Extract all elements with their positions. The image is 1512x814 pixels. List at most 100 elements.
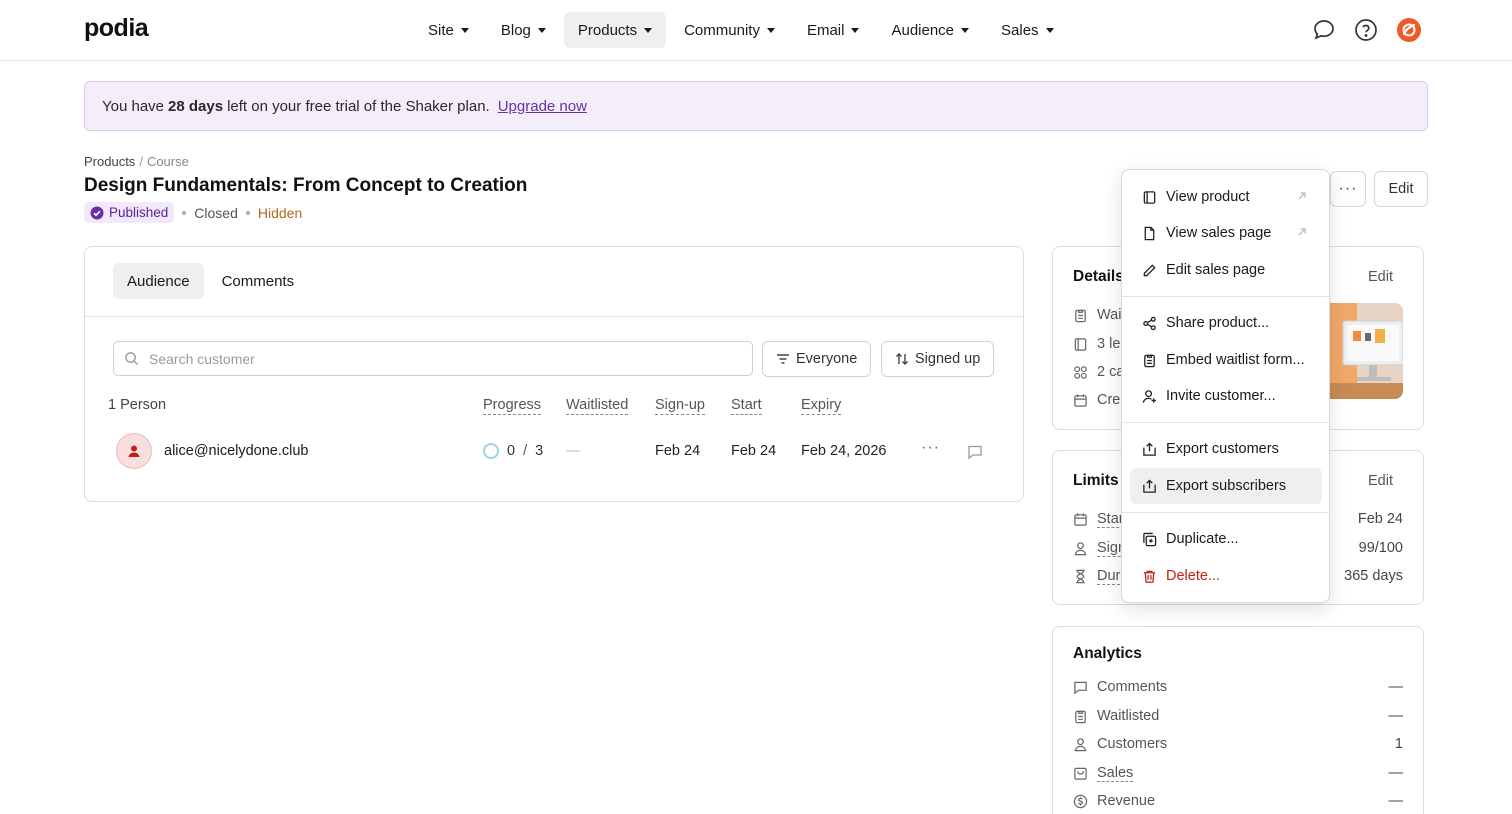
waitlisted-cell: — [566,443,581,459]
hourglass-icon [1076,569,1085,584]
column-progress[interactable]: Progress [483,397,542,415]
help-icon[interactable] [1354,18,1378,42]
details-line-text: Cre [1097,392,1121,408]
analytics-line: Comments [1073,679,1167,695]
status-published: Published [109,205,169,220]
clipboard-icon [1144,354,1155,367]
menu-divider [1122,422,1329,423]
column-waitlisted[interactable]: Waitlisted [566,397,629,415]
nav-icons [1312,17,1422,43]
menu-item-label: Embed waitlist form... [1166,352,1305,368]
column-start[interactable]: Start [731,397,762,415]
column-expiry[interactable]: Expiry [801,397,842,415]
details-line: Wai [1073,307,1121,323]
nav-item-audience[interactable]: Audience [877,12,983,48]
filter-icon [777,354,789,364]
menu-item-view-product[interactable]: View product [1130,179,1322,215]
search-icon [125,352,139,366]
product-thumbnail[interactable] [1329,303,1403,399]
menu-item-embed-waitlist[interactable]: Embed waitlist form... [1130,342,1322,378]
duplicate-icon [1143,532,1157,546]
trial-banner: You have 28 days left on your free trial… [84,81,1428,131]
analytics-line-value: — [1388,708,1404,724]
podia-logo[interactable]: podia [84,14,149,43]
sort-button[interactable]: Signed up [881,341,995,377]
filter-label: Everyone [796,351,858,367]
chat-icon[interactable] [1312,18,1336,42]
menu-item-delete[interactable]: Delete... [1130,558,1322,594]
menu-divider [1122,296,1329,297]
banner-days: 28 days [168,97,224,115]
row-more-button[interactable]: ··· [921,439,940,457]
menu-item-label: Export customers [1166,441,1279,457]
trash-icon [1143,570,1156,583]
audience-filter-button[interactable]: Everyone [762,341,872,377]
more-actions-button[interactable]: ··· [1330,171,1366,207]
search-input[interactable] [149,350,709,367]
analytics-line-label: Customers [1097,736,1168,752]
menu-item-share-product[interactable]: Share product... [1130,305,1322,341]
dollar-icon [1073,794,1088,808]
menu-item-label: View sales page [1166,225,1272,241]
nav-item-products[interactable]: Products [563,12,667,48]
upgrade-link[interactable]: Upgrade now [498,98,587,115]
menu-item-label: Edit sales page [1166,262,1266,278]
menu-item-view-sales-page[interactable]: View sales page [1130,215,1322,251]
caret-down-icon [460,28,469,33]
nav-item-blog[interactable]: Blog [487,12,560,48]
progress-cell: 0 / 3 [483,443,543,459]
details-edit-link[interactable]: Edit [1368,269,1393,285]
breadcrumb-products[interactable]: Products [84,154,135,169]
details-line-text: Wai [1097,307,1122,323]
menu-item-edit-sales-page[interactable]: Edit sales page [1130,252,1322,288]
page-title: Design Fundamentals: From Concept to Cre… [84,175,528,196]
status-closed: Closed [194,204,238,221]
limits-line: Sign [1073,540,1127,557]
customer-email[interactable]: alice@nicelydone.club [164,443,309,459]
analytics-line-value: — [1388,765,1404,781]
analytics-line-label: Sales [1097,765,1134,782]
breadcrumb: Products / Course [84,154,189,169]
book-icon [1074,337,1087,351]
comment-icon [1074,681,1087,694]
user-profile-icon[interactable] [1396,17,1422,43]
audience-panel: Audience Comments Everyone Signed up 1 P… [84,246,1024,502]
table-row[interactable]: alice@nicelydone.club 0 / 3 — Feb 24 Feb… [85,433,1023,471]
card-title: Analytics [1073,645,1142,662]
nav-item-email[interactable]: Email [793,12,874,48]
divider [85,316,1023,317]
limits-edit-link[interactable]: Edit [1368,473,1393,489]
top-navigation: podia Site Blog Products Community Email… [0,0,1512,61]
signup-cell: Feb 24 [655,443,701,459]
menu-item-label: Duplicate... [1166,531,1239,547]
menu-item-invite-customer[interactable]: Invite customer... [1130,378,1322,414]
analytics-line-value: — [1388,793,1404,809]
edit-button[interactable]: Edit [1374,171,1428,207]
banner-text: You have [102,97,165,115]
menu-item-export-customers[interactable]: Export customers [1130,431,1322,467]
nav-item-sales[interactable]: Sales [987,12,1068,48]
caret-down-icon [851,28,860,33]
menu-item-label: Delete... [1166,568,1220,584]
tab-audience[interactable]: Audience [113,263,204,299]
comment-icon[interactable] [967,444,983,463]
menu-item-duplicate[interactable]: Duplicate... [1130,521,1322,557]
product-actions-menu: View product View sales page Edit sales … [1121,169,1330,603]
analytics-line-label: Revenue [1097,793,1156,809]
nav-item-label: Email [806,21,845,39]
analytics-line-value: 1 [1394,736,1403,752]
export-icon [1143,478,1156,493]
analytics-line: Sales [1073,765,1134,782]
tab-comments[interactable]: Comments [208,263,309,299]
pencil-icon [1143,263,1156,276]
menu-item-export-subscribers[interactable]: Export subscribers [1130,468,1322,504]
column-signup[interactable]: Sign-up [655,397,705,415]
nav-item-community[interactable]: Community [670,12,789,48]
export-icon [1143,441,1156,456]
nav-item-label: Blog [500,21,531,39]
analytics-line-value: — [1388,679,1404,695]
nav-item-label: Site [428,21,454,39]
nav-item-site[interactable]: Site [414,12,483,48]
user-icon [128,445,140,457]
calendar-icon [1074,513,1087,526]
